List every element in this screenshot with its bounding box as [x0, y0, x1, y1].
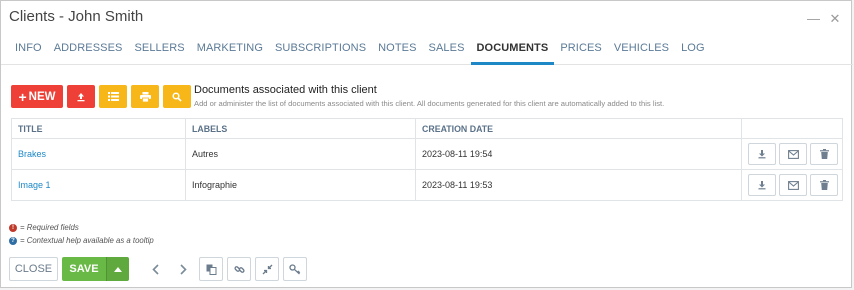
- download-icon: [758, 181, 766, 190]
- link-icon: [233, 265, 245, 273]
- legend-help-text: = Contextual help available as a tooltip: [20, 236, 154, 245]
- upload-icon: [77, 92, 85, 101]
- save-options-button[interactable]: [106, 257, 129, 281]
- collapse-button[interactable]: [255, 257, 279, 281]
- row-date-cell: 2023-08-11 19:54: [415, 138, 742, 170]
- tab-sellers[interactable]: SELLERS: [128, 39, 190, 65]
- row-date-cell: 2023-08-11 19:53: [415, 169, 742, 201]
- compress-icon: [262, 264, 272, 274]
- download-button[interactable]: [748, 143, 776, 165]
- client-window: Clients - John Smith — ✕ INFO ADDRESSES …: [0, 0, 853, 288]
- tab-prices[interactable]: PRICES: [554, 39, 608, 65]
- close-button[interactable]: CLOSE: [9, 257, 58, 281]
- column-labels[interactable]: LABELS: [185, 118, 416, 139]
- close-icon[interactable]: ✕: [829, 12, 841, 25]
- plus-icon: +: [18, 88, 27, 105]
- tab-subscriptions[interactable]: SUBSCRIPTIONS: [269, 39, 372, 65]
- next-button[interactable]: [171, 257, 195, 281]
- table-row[interactable]: Brakes Autres 2023-08-11 19:54: [11, 138, 843, 170]
- footer-bar: CLOSE SAVE: [9, 257, 307, 281]
- email-icon: [787, 180, 799, 190]
- minimize-icon[interactable]: —: [807, 12, 820, 25]
- download-button[interactable]: [748, 174, 776, 196]
- tab-addresses[interactable]: ADDRESSES: [48, 39, 129, 65]
- field-legend: ! = Required fields ? = Contextual help …: [9, 223, 154, 249]
- list-icon: [107, 92, 119, 101]
- previous-button[interactable]: [143, 257, 167, 281]
- list-view-button[interactable]: [99, 85, 127, 108]
- legend-required-text: = Required fields: [20, 223, 79, 232]
- row-title-cell: Brakes: [11, 138, 186, 170]
- email-icon: [787, 149, 799, 159]
- tab-vehicles[interactable]: VEHICLES: [608, 39, 675, 65]
- chevron-right-icon: [179, 263, 187, 275]
- tab-bar: INFO ADDRESSES SELLERS MARKETING SUBSCRI…: [1, 39, 853, 65]
- save-button[interactable]: SAVE: [62, 257, 106, 281]
- trash-icon: [819, 180, 829, 190]
- table-header-row: TITLE LABELS CREATION DATE: [11, 118, 843, 139]
- column-actions: [741, 118, 843, 139]
- required-icon: !: [9, 223, 17, 232]
- document-link[interactable]: Image 1: [18, 180, 51, 190]
- email-button[interactable]: [779, 174, 807, 196]
- row-labels-cell: Infographie: [185, 169, 416, 201]
- window-controls: — ✕: [807, 12, 841, 25]
- document-link[interactable]: Brakes: [18, 149, 46, 159]
- print-button[interactable]: [131, 85, 159, 108]
- print-icon: [139, 91, 151, 102]
- download-icon: [758, 150, 766, 159]
- documents-subtitle: Add or administer the list of documents …: [194, 99, 665, 108]
- email-button[interactable]: [779, 143, 807, 165]
- window-title: Clients - John Smith: [9, 8, 144, 25]
- delete-button[interactable]: [810, 174, 838, 196]
- help-icon: ?: [9, 236, 17, 245]
- documents-table: TITLE LABELS CREATION DATE Brakes Autres…: [11, 118, 843, 201]
- copy-icon: [206, 264, 216, 275]
- legend-required: ! = Required fields: [9, 223, 154, 232]
- row-actions: [741, 169, 843, 201]
- upload-button[interactable]: [67, 85, 95, 108]
- copy-button[interactable]: [199, 257, 223, 281]
- row-labels-cell: Autres: [185, 138, 416, 170]
- table-row[interactable]: Image 1 Infographie 2023-08-11 19:53: [11, 169, 843, 201]
- save-button-group: SAVE: [62, 257, 129, 281]
- column-creation-date[interactable]: CREATION DATE: [415, 118, 742, 139]
- key-button[interactable]: [283, 257, 307, 281]
- chevron-left-icon: [151, 263, 159, 275]
- new-button-label: NEW: [28, 90, 56, 103]
- search-icon: [172, 91, 182, 102]
- delete-button[interactable]: [810, 143, 838, 165]
- tab-sales[interactable]: SALES: [423, 39, 471, 65]
- row-actions: [741, 138, 843, 170]
- caret-up-icon: [114, 266, 122, 272]
- tab-info[interactable]: INFO: [9, 39, 48, 65]
- tab-marketing[interactable]: MARKETING: [191, 39, 269, 65]
- tab-log[interactable]: LOG: [675, 39, 711, 65]
- trash-icon: [819, 149, 829, 159]
- tab-notes[interactable]: NOTES: [372, 39, 422, 65]
- tab-documents[interactable]: DOCUMENTS: [470, 39, 555, 65]
- legend-help: ? = Contextual help available as a toolt…: [9, 236, 154, 245]
- documents-title: Documents associated with this client: [194, 84, 377, 96]
- link-button[interactable]: [227, 257, 251, 281]
- new-document-button[interactable]: + NEW: [11, 85, 63, 108]
- row-title-cell: Image 1: [11, 169, 186, 201]
- documents-toolbar: + NEW: [11, 85, 191, 108]
- search-button[interactable]: [163, 85, 191, 108]
- column-title[interactable]: TITLE: [11, 118, 186, 139]
- documents-header: Documents associated with this client Ad…: [194, 84, 664, 108]
- key-icon: [289, 263, 301, 274]
